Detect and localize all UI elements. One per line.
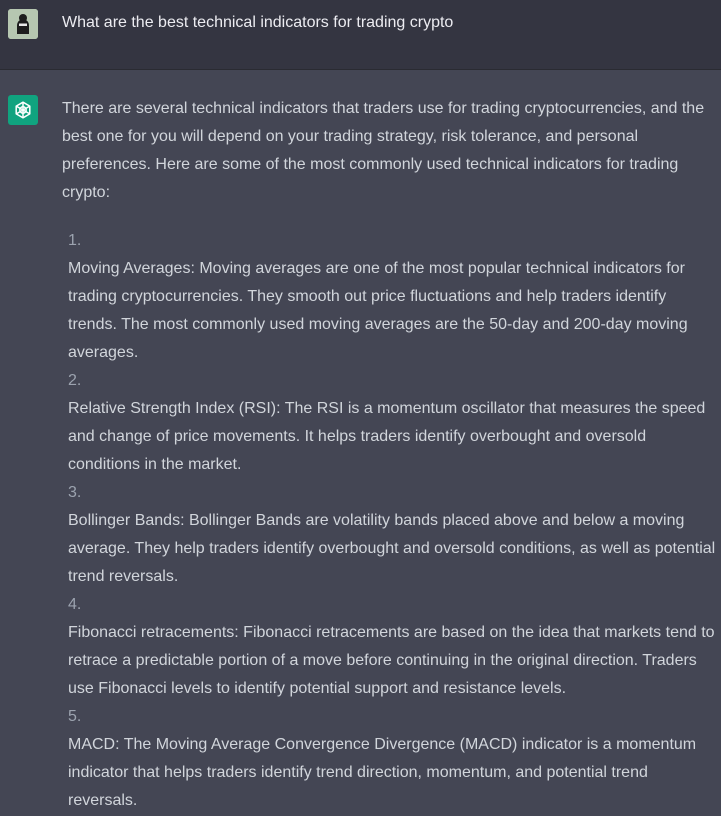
- list-item-number: 2.: [68, 372, 82, 389]
- list-item: 5. MACD: The Moving Average Convergence …: [62, 703, 718, 815]
- list-item-text: Bollinger Bands: Bollinger Bands are vol…: [68, 512, 716, 585]
- list-item-number: 1.: [68, 232, 82, 249]
- user-avatar-icon: [8, 9, 38, 39]
- list-item: 2. Relative Strength Index (RSI): The RS…: [62, 367, 718, 479]
- list-item-number: 4.: [68, 596, 82, 613]
- user-question-text: What are the best technical indicators f…: [62, 14, 454, 31]
- list-item-text: Relative Strength Index (RSI): The RSI i…: [68, 400, 706, 473]
- list-item: 4. Fibonacci retracements: Fibonacci ret…: [62, 591, 718, 703]
- list-item-number: 3.: [68, 484, 82, 501]
- list-item: 3. Bollinger Bands: Bollinger Bands are …: [62, 479, 718, 591]
- answer-intro-paragraph: There are several technical indicators t…: [62, 100, 705, 201]
- openai-logo-icon: [8, 95, 38, 125]
- user-message-row: What are the best technical indicators f…: [0, 0, 721, 70]
- list-item-text: Moving Averages: Moving averages are one…: [68, 260, 688, 361]
- list-item: 1. Moving Averages: Moving averages are …: [62, 227, 718, 367]
- list-item-text: MACD: The Moving Average Convergence Div…: [68, 736, 697, 809]
- list-item-number: 5.: [68, 708, 82, 725]
- assistant-message-row: There are several technical indicators t…: [0, 70, 721, 816]
- list-item-text: Fibonacci retracements: Fibonacci retrac…: [68, 624, 715, 697]
- assistant-answer: There are several technical indicators t…: [62, 95, 718, 815]
